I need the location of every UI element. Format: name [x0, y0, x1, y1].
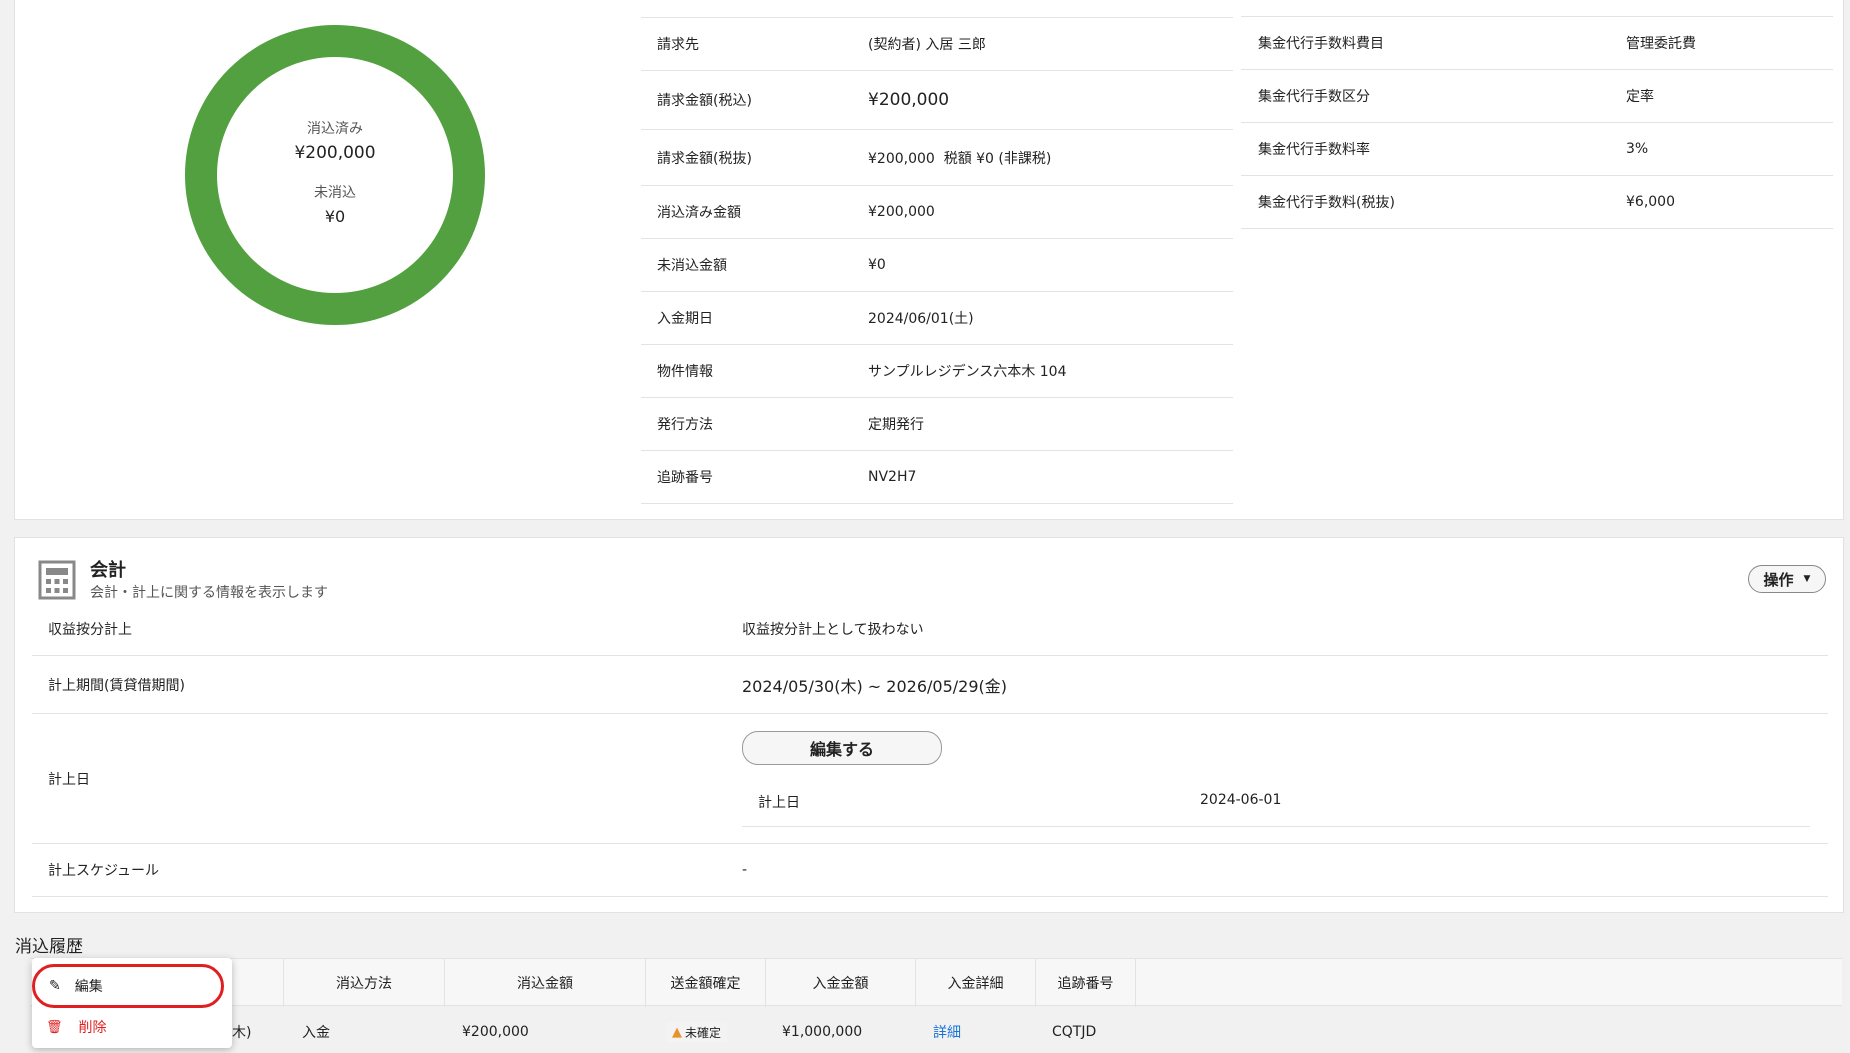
- row-value: 定率: [1626, 89, 1654, 105]
- invoice-row-uncleared-amount: 未消込金額 ¥0: [641, 239, 1233, 292]
- fee-row-rate: 集金代行手数料率 3%: [1241, 123, 1833, 176]
- menu-item-edit[interactable]: ✎ 編集: [32, 964, 224, 1008]
- deposit-detail-link[interactable]: 詳細: [933, 1014, 961, 1050]
- row-value: 定期発行: [868, 417, 924, 433]
- header-deposit-detail: 入金詳細: [916, 959, 1036, 1007]
- warning-icon: ▲: [672, 1024, 682, 1040]
- row-label: 計上期間(賃貸借期間): [48, 677, 185, 694]
- cell-amount: ¥200,000: [462, 1024, 529, 1040]
- history-title: 消込履歴: [15, 937, 83, 957]
- row-label: 追跡番号: [657, 470, 713, 486]
- menu-item-edit-label: 編集: [74, 979, 103, 995]
- row-label: 計上スケジュール: [48, 863, 160, 879]
- row-value: ¥6,000: [1626, 194, 1675, 210]
- inner-date-row: 計上日 2024-06-01: [742, 780, 1810, 827]
- cell-tracking: CQTJD: [1052, 1024, 1097, 1040]
- accounting-subtitle: 会計・計上に関する情報を表示します: [90, 585, 328, 601]
- donut-uncleared-value: ¥0: [324, 207, 346, 226]
- donut-uncleared-label: 未消込: [314, 185, 356, 201]
- fee-row-type: 集金代行手数区分 定率: [1241, 70, 1833, 123]
- inner-date-label: 計上日: [758, 795, 800, 811]
- accounting-row-revenue: 収益按分計上 収益按分計上として扱わない: [32, 603, 1828, 656]
- row-label: 物件情報: [657, 364, 713, 380]
- invoice-row-amount-excl-tax: 請求金額(税抜) ¥200,000 税額 ¥0 (非課税): [641, 130, 1233, 186]
- header-method: 消込方法: [284, 959, 445, 1007]
- row-label: 消込済み金額: [657, 205, 741, 221]
- invoice-row-due-date: 入金期日 2024/06/01(土): [641, 292, 1233, 345]
- header-tracking: 追跡番号: [1036, 959, 1136, 1007]
- row-label: 請求金額(税抜): [657, 150, 752, 167]
- history-table-header: 消込方法 消込金額 送金額確定 入金金額 入金詳細 追跡番号: [30, 958, 1842, 1007]
- invoice-row-billing-to: 請求先 (契約者) 入居 三郎: [641, 18, 1233, 71]
- invoice-row-issue-method: 発行方法 定期発行: [641, 398, 1233, 451]
- cleared-donut-chart: [185, 25, 485, 325]
- row-value: 管理委託費: [1626, 36, 1696, 52]
- menu-item-delete[interactable]: 🗑 削除: [46, 1014, 107, 1040]
- menu-item-delete-label: 削除: [78, 1020, 107, 1036]
- row-value: 2024/06/01(土): [868, 311, 974, 327]
- inner-date-value: 2024-06-01: [1200, 792, 1282, 808]
- accounting-row-schedule: 計上スケジュール -: [32, 844, 1828, 897]
- operations-button[interactable]: 操作 ▼: [1748, 565, 1826, 593]
- invoice-row-property: 物件情報 サンプルレジデンス六本木 104: [641, 345, 1233, 398]
- row-context-menu: ✎ 編集 🗑 削除: [32, 958, 232, 1048]
- edit-date-button[interactable]: 編集する: [742, 731, 942, 765]
- accounting-row-period: 計上期間(賃貸借期間) 2024/05/30(木) ~ 2026/05/29(金…: [32, 656, 1828, 714]
- unconfirmed-badge: ▲ 未確定: [666, 1021, 728, 1043]
- header-confirm: 送金額確定: [646, 959, 766, 1007]
- row-value: サンプルレジデンス六本木 104: [868, 364, 1067, 380]
- row-label: 請求先: [657, 37, 699, 53]
- row-label: 集金代行手数料費目: [1258, 36, 1384, 52]
- row-value: ¥200,000: [868, 204, 935, 220]
- row-value: 3%: [1626, 141, 1649, 157]
- row-value: 2024/05/30(木) ~ 2026/05/29(金): [742, 676, 1007, 696]
- row-value: ¥200,000 税額 ¥0 (非課税): [868, 150, 1052, 167]
- row-value: 収益按分計上として扱わない: [742, 622, 924, 638]
- row-value: ¥0: [868, 257, 886, 273]
- invoice-row-cleared-amount: 消込済み金額 ¥200,000: [641, 186, 1233, 239]
- row-value: -: [742, 862, 748, 878]
- cell-date-tail: 木): [232, 1025, 252, 1041]
- unconfirmed-label: 未確定: [685, 1025, 722, 1040]
- header-deposit: 入金金額: [766, 959, 916, 1007]
- donut-cleared-value: ¥200,000: [294, 143, 376, 163]
- header-amount: 消込金額: [445, 959, 646, 1007]
- row-value: NV2H7: [868, 469, 917, 485]
- row-label: 計上日: [48, 771, 90, 788]
- row-label: 集金代行手数料率: [1258, 142, 1370, 158]
- row-value: (契約者) 入居 三郎: [868, 37, 986, 53]
- row-label: 未消込金額: [657, 258, 727, 274]
- cell-confirm: ▲ 未確定: [666, 1014, 728, 1050]
- row-label: 集金代行手数料(税抜): [1258, 195, 1395, 211]
- fee-row-amount: 集金代行手数料(税抜) ¥6,000: [1241, 176, 1833, 229]
- operations-button-label: 操作: [1763, 570, 1794, 589]
- accounting-title: 会計: [90, 560, 126, 581]
- row-label: 収益按分計上: [48, 622, 132, 638]
- pencil-icon: ✎: [49, 978, 61, 994]
- row-label: 入金期日: [657, 311, 713, 327]
- invoice-row-tracking-number: 追跡番号 NV2H7: [641, 451, 1233, 504]
- row-label: 集金代行手数区分: [1258, 89, 1370, 105]
- trash-icon: 🗑: [46, 1019, 63, 1035]
- fee-row-item: 集金代行手数料費目 管理委託費: [1241, 17, 1833, 70]
- caret-down-icon: ▼: [1803, 574, 1811, 584]
- invoice-row-amount-incl-tax: 請求金額(税込) ¥200,000: [641, 71, 1233, 130]
- row-label: 発行方法: [657, 417, 713, 433]
- row-label: 請求金額(税込): [657, 93, 752, 109]
- donut-cleared-label: 消込済み: [307, 121, 363, 137]
- calculator-icon: [38, 560, 76, 600]
- donut-ring: [185, 25, 485, 325]
- cell-method: 入金: [302, 1025, 330, 1041]
- cell-deposit: ¥1,000,000: [782, 1024, 863, 1040]
- row-value: ¥200,000: [868, 90, 950, 110]
